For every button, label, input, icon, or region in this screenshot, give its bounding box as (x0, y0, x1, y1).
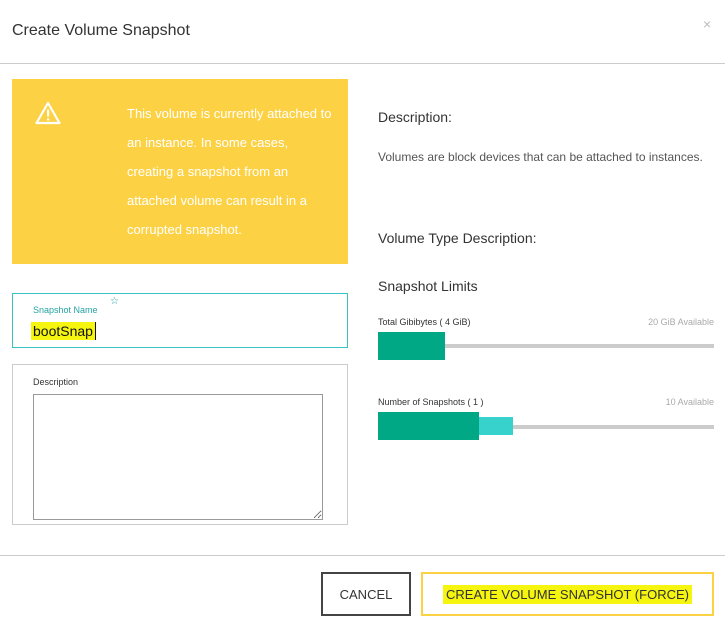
snapshots-quota-label: Number of Snapshots ( 1 ) (378, 397, 484, 407)
snapshot-name-input[interactable]: bootSnap (31, 322, 96, 340)
footer-divider (0, 555, 725, 556)
cancel-button[interactable]: CANCEL (321, 572, 411, 616)
description-textarea[interactable] (33, 394, 323, 520)
snapshot-name-label: Snapshot Name (33, 305, 98, 315)
warning-message: This volume is currently attached to an … (127, 106, 332, 237)
modal-header: Create Volume Snapshot × (0, 0, 725, 64)
volume-type-heading: Volume Type Description: (378, 230, 537, 246)
create-snapshot-button[interactable]: CREATE VOLUME SNAPSHOT (FORCE) (421, 572, 714, 616)
snapshots-available: 10 Available (665, 397, 714, 407)
gibibytes-available: 20 GiB Available (648, 317, 714, 327)
snapshot-name-field[interactable]: Snapshot Name ☆ bootSnap (12, 293, 348, 348)
description-field: Description (12, 364, 348, 525)
snapshot-limits-heading: Snapshot Limits (378, 278, 478, 294)
description-label: Description (33, 377, 79, 387)
close-icon[interactable]: × (703, 16, 711, 32)
description-text: Volumes are block devices that can be at… (378, 150, 703, 164)
gibibytes-used-bar (378, 332, 445, 360)
snapshots-used-bar (378, 412, 479, 440)
modal-title: Create Volume Snapshot (12, 22, 190, 39)
create-snapshot-label: CREATE VOLUME SNAPSHOT (FORCE) (443, 584, 692, 604)
description-heading: Description: (378, 109, 452, 125)
snapshots-adding-bar (479, 417, 513, 435)
gibibytes-quota-label: Total Gibibytes ( 4 GiB) (378, 317, 471, 327)
warning-triangle-icon (35, 101, 61, 125)
required-star-icon: ☆ (110, 296, 119, 307)
warning-alert: This volume is currently attached to an … (12, 79, 348, 264)
